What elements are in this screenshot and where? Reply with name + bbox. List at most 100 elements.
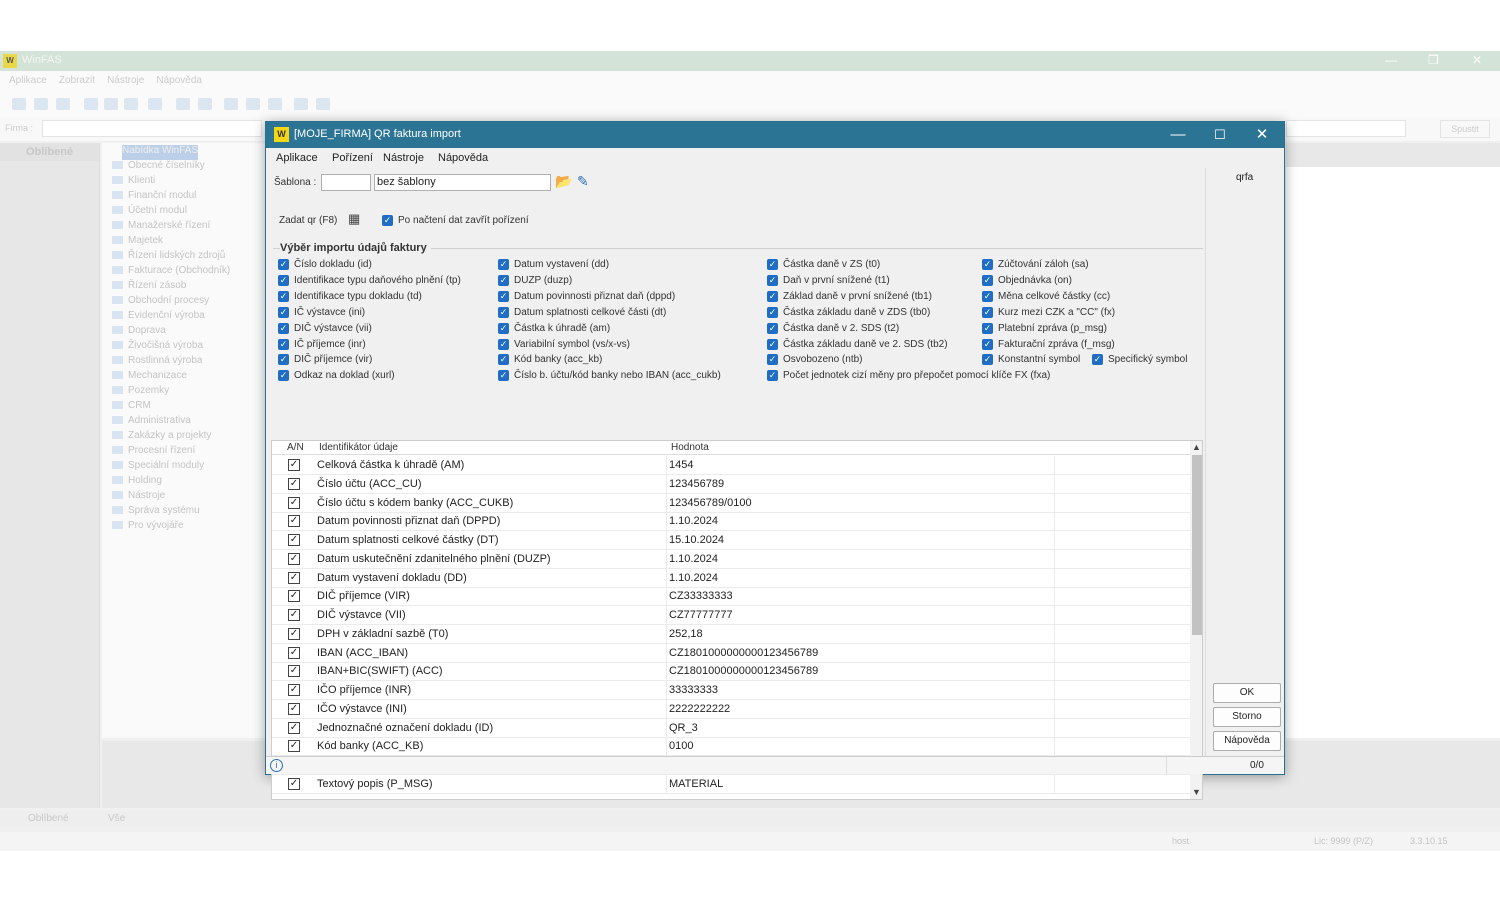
import-option-checkbox[interactable]: ✓ Částka daně v ZS (t0) [767,259,880,270]
import-option-checkbox[interactable]: ✓ Kurz mezi CZK a "CC" (fx) [982,306,1115,318]
toolbar-icon[interactable] [56,98,70,110]
table-row[interactable]: ✓ Jednoznačné označení dokladu (ID) QR_3 [272,718,1190,738]
import-option-checkbox[interactable]: ✓ DUZP (duzp) [498,274,572,286]
tree-item[interactable]: Obchodní procesy [112,295,209,310]
import-option-checkbox[interactable]: ✓ IČ příjemce (inr) [278,338,366,350]
tree-item[interactable]: Doprava [112,325,166,340]
tree-item[interactable]: Řízení lidských zdrojů [112,250,225,265]
menu-napoveda[interactable]: Nápověda [438,152,488,164]
menu-porizeni[interactable]: Pořízení [332,152,373,164]
toolbar-icon[interactable] [148,98,162,110]
app-menu-napoveda[interactable]: Nápověda [156,71,202,91]
edit-pencil-icon[interactable]: ✎ [577,173,589,190]
import-option-checkbox[interactable]: ✓ Platební zpráva (p_msg) [982,322,1107,334]
import-option-checkbox[interactable]: ✓ Objednávka (on) [982,274,1072,286]
row-checkbox[interactable]: ✓ [288,777,300,790]
monitor-icon[interactable] [294,98,308,110]
storno-button[interactable]: Storno [1213,707,1281,727]
tree-item[interactable]: Rostlinná výroba [112,355,202,370]
toolbar-icon[interactable] [198,98,212,110]
tree-item[interactable]: Mechanizace [112,370,187,385]
tree-item[interactable]: Pro vývojáře [112,520,184,535]
restore-icon[interactable]: ❐ [1428,53,1439,67]
import-option-checkbox[interactable]: ✓ Číslo b. účtu/kód banky nebo IBAN (acc_… [498,370,721,381]
info-icon[interactable]: i [270,759,283,772]
tree-item[interactable]: Majetek [112,235,163,250]
sablona-name-input[interactable]: bez šablony [374,174,551,191]
table-row[interactable]: ✓ Datum povinnosti přiznat daň (DPPD) 1.10… [272,512,1190,532]
toolbar-icon[interactable] [12,98,26,110]
app-menu-aplikace[interactable]: Aplikace [9,71,47,91]
tree-item[interactable]: Řízení zásob [112,280,186,295]
import-option-checkbox[interactable]: ✓ Identifikace typu dokladu (td) [278,290,422,302]
tree-item[interactable]: Administrativa [112,415,191,430]
close-after-load-checkbox[interactable]: ✓ Po načtení dat zavřít pořízení [382,215,529,226]
close-icon[interactable]: ✕ [1242,124,1282,146]
table-row[interactable]: ✓ DIČ příjemce (VIR) CZ33333333 [272,587,1190,607]
import-option-checkbox[interactable]: ✓ IČ výstavce (ini) [278,306,365,318]
row-checkbox[interactable]: ✓ [288,590,300,603]
import-option-checkbox[interactable]: ✓ Částka základu daně ve 2. SDS (tb2) [767,338,948,350]
toolbar-icon[interactable] [34,98,48,110]
scroll-up-icon[interactable]: ▲ [1192,442,1201,452]
import-option-checkbox[interactable]: ✓ Základ daně v první snížené (tb1) [767,290,932,302]
tab-vse[interactable]: Vše [108,813,125,824]
gear-icon[interactable] [268,98,282,110]
row-checkbox[interactable]: ✓ [288,740,300,753]
open-folder-icon[interactable]: 📂 [555,173,572,190]
close-icon[interactable]: ✕ [1472,53,1482,67]
import-option-checkbox[interactable]: ✓ Datum vystavení (dd) [498,259,609,270]
table-row[interactable]: ✓ DPH v základní sazbě (T0) 252,18 [272,624,1190,644]
tree-item[interactable]: Správa systému [112,505,200,520]
table-row[interactable]: ✓ Datum splatnosti celkové částky (DT) 15.… [272,531,1190,550]
import-option-checkbox[interactable]: ✓ Konstantní symbol [982,354,1080,366]
tree-item[interactable]: Fakturace (Obchodník) [112,265,230,280]
forward-icon[interactable] [104,98,118,110]
menu-aplikace[interactable]: Aplikace [276,152,318,164]
help-icon[interactable] [316,98,330,110]
table-row[interactable]: ✓ Celková částka k úhradě (AM) 1454 [272,456,1190,475]
import-option-checkbox[interactable]: ✓ Datum splatnosti celkové části (dt) [498,306,666,318]
run-input[interactable] [1286,120,1406,137]
scroll-thumb[interactable] [1192,455,1202,635]
table-row[interactable]: ✓ DIČ výstavce (VII) CZ77777777 [272,606,1190,625]
menu-nastroje[interactable]: Nástroje [383,152,424,164]
specific-symbol-checkbox[interactable]: ✓ Specifický symbol [1092,354,1187,366]
import-option-checkbox[interactable]: ✓ Datum povinnosti přiznat daň (dppd) [498,290,675,302]
import-option-checkbox[interactable]: ✓ Identifikace typu daňového plnění (tp) [278,274,461,286]
row-checkbox[interactable]: ✓ [288,684,300,696]
tree-item[interactable]: Evidenční výroba [112,310,205,325]
tree-item[interactable]: Nabídka WinFAS [122,145,199,160]
tree-item[interactable]: Zakázky a projekty [112,430,211,445]
tree-item[interactable]: CRM [112,400,151,415]
toolbar-icon[interactable] [176,98,190,110]
tab-oblibene[interactable]: Oblíbené [28,813,69,824]
import-option-checkbox[interactable]: ✓ Daň v první snížené (t1) [767,274,890,286]
import-option-checkbox[interactable]: ✓ Osvobozeno (ntb) [767,354,863,366]
row-checkbox[interactable]: ✓ [288,665,300,678]
tree-item[interactable]: Obecné číselníky [112,160,205,175]
table-row[interactable]: ✓ Číslo účtu s kódem banky (ACC_CUKB) 1234… [272,493,1190,513]
table-row[interactable]: ✓ Textový popis (P_MSG) MATERIAL [272,774,1190,794]
qr-code-icon[interactable]: ▦ [348,211,360,227]
row-checkbox[interactable]: ✓ [288,627,300,640]
row-checkbox[interactable]: ✓ [288,552,300,565]
row-checkbox[interactable]: ✓ [288,515,300,528]
scroll-down-icon[interactable]: ▼ [1192,787,1201,797]
row-checkbox[interactable]: ✓ [288,571,300,584]
tree-item[interactable]: Speciální moduly [112,460,204,475]
row-checkbox[interactable]: ✓ [288,702,300,715]
tree-item[interactable]: Manažerské řízení [112,220,210,235]
col-an[interactable]: A/N [287,442,304,453]
row-checkbox[interactable]: ✓ [288,459,300,471]
sablona-code-input[interactable] [321,174,371,191]
import-option-checkbox[interactable]: ✓ Zúčtování záloh (sa) [982,259,1089,270]
import-option-checkbox[interactable]: ✓ Počet jednotek cizí měny pro přepočet p… [767,370,1050,381]
firma-input[interactable] [42,120,262,137]
import-option-checkbox[interactable]: ✓ DIČ příjemce (vir) [278,354,372,366]
grid-scrollbar[interactable]: ▲ ▼ [1190,441,1202,799]
col-identifier[interactable]: Identifikátor údaje [319,442,398,453]
app-menu-nastroje[interactable]: Nástroje [107,71,144,91]
tree-item[interactable]: Klienti [112,175,155,190]
table-row[interactable]: ✓ Číslo účtu (ACC_CU) 123456789 [272,474,1190,494]
